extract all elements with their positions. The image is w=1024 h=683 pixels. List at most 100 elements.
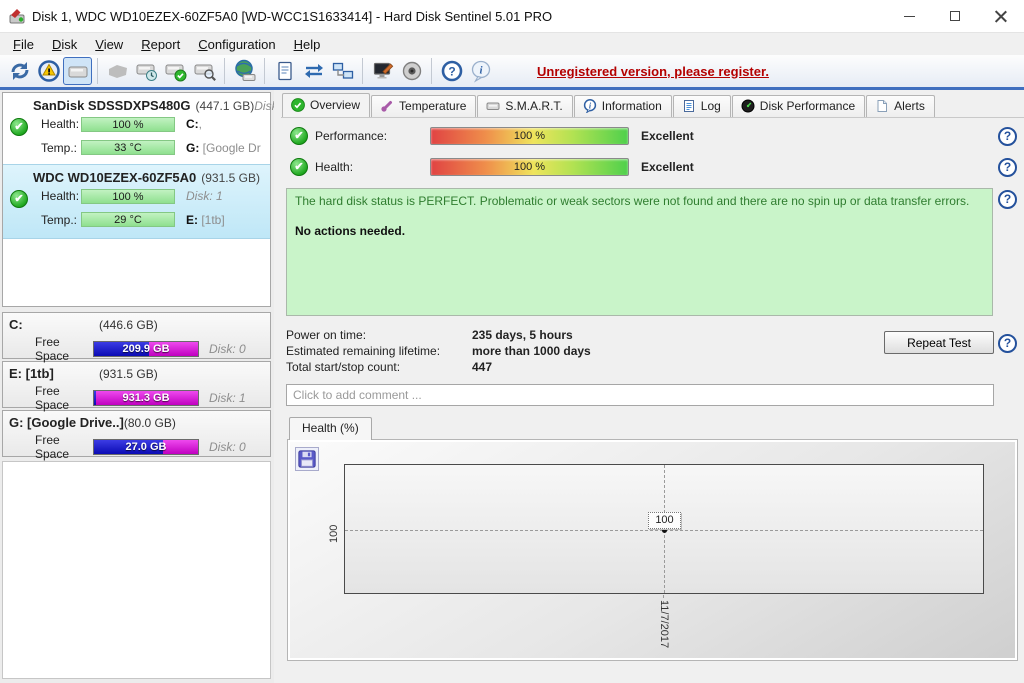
report-icon[interactable] bbox=[270, 57, 299, 85]
health-row: ✔ Health: 100 % Excellent ? bbox=[281, 157, 1024, 177]
tab-smart[interactable]: S.M.A.R.T. bbox=[477, 95, 573, 117]
free-space-label: Free Space bbox=[35, 384, 70, 412]
status-message-box: The hard disk status is PERFECT. Problem… bbox=[286, 188, 993, 316]
speaker-icon[interactable] bbox=[397, 57, 426, 85]
free-space-label: Free Space bbox=[35, 433, 70, 461]
help-icon[interactable]: ? bbox=[998, 157, 1017, 177]
performance-meter: 100 % bbox=[430, 127, 629, 145]
save-chart-button[interactable] bbox=[295, 447, 319, 471]
health-ok-icon: ✔ bbox=[290, 158, 308, 176]
toolbar: ? i Unregistered version, please registe… bbox=[0, 55, 1024, 90]
partition-entry-e[interactable]: E: [1tb] (931.5 GB) Free Space 931.3 GB … bbox=[2, 361, 271, 412]
performance-rating: Excellent bbox=[641, 129, 694, 143]
disk-name: SanDisk SDSSDXPS480G bbox=[33, 98, 191, 113]
tab-temperature[interactable]: Temperature bbox=[371, 95, 477, 117]
monitor-pen-icon[interactable] bbox=[368, 57, 397, 85]
disk-check-icon[interactable] bbox=[161, 57, 190, 85]
stat-start-stop-count: Total start/stop count: 447 bbox=[286, 360, 493, 374]
health-label: Health: bbox=[315, 160, 354, 174]
health-label: Health: bbox=[41, 117, 80, 132]
toolbar-separator bbox=[264, 58, 265, 84]
maximize-button[interactable] bbox=[932, 0, 978, 32]
partition-name: G: [Google Drive..] bbox=[9, 415, 124, 430]
performance-row: ✔ Performance: 100 % Excellent ? bbox=[281, 126, 1024, 146]
disk-size: (447.1 GB) bbox=[195, 99, 255, 113]
toolbar-separator bbox=[362, 58, 363, 84]
status-action: No actions needed. bbox=[295, 224, 406, 238]
unregistered-link[interactable]: Unregistered version, please register. bbox=[537, 64, 769, 79]
disk-entry-wdc-selected[interactable]: WDC WD10EZEX-60ZF5A0 (931.5 GB) ✔ Health… bbox=[3, 164, 270, 239]
disk-number: Disk: 1 bbox=[186, 189, 223, 204]
menu-report[interactable]: Report bbox=[132, 35, 189, 54]
menu-help[interactable]: Help bbox=[285, 35, 330, 54]
data-point-label: 100 bbox=[648, 512, 681, 529]
tab-bar: Overview Temperature S.M.A.R.T. i Inform… bbox=[282, 93, 936, 117]
disk-clock-icon[interactable] bbox=[132, 57, 161, 85]
sidebar-empty-panel bbox=[2, 461, 271, 679]
main-panel: Overview Temperature S.M.A.R.T. i Inform… bbox=[281, 90, 1024, 683]
comment-input[interactable] bbox=[286, 384, 994, 406]
close-icon bbox=[995, 10, 1007, 22]
disk-search-icon[interactable] bbox=[190, 57, 219, 85]
close-button[interactable] bbox=[978, 0, 1024, 32]
help-icon[interactable]: ? bbox=[998, 126, 1017, 146]
partition-entry-c[interactable]: C: (446.6 GB) Free Space 209.9 GB Disk: … bbox=[2, 312, 271, 363]
information-icon: i bbox=[583, 99, 596, 113]
disk-ok-icon: ✔ bbox=[10, 117, 28, 136]
partition-disk-number: Disk: 1 bbox=[209, 391, 246, 405]
menu-file[interactable]: File bbox=[4, 35, 43, 54]
title-bar: Disk 1, WDC WD10EZEX-60ZF5A0 [WD-WCC1S16… bbox=[0, 0, 1024, 33]
temp-label: Temp.: bbox=[41, 140, 78, 155]
free-space-bar: 27.0 GB bbox=[93, 439, 199, 455]
app-icon bbox=[9, 9, 25, 24]
menu-bar: File Disk View Report Configuration Help bbox=[0, 33, 1024, 55]
svg-text:?: ? bbox=[448, 65, 455, 79]
health-bar: 100 % bbox=[81, 188, 175, 204]
drive-letters: E: [1tb] bbox=[186, 212, 225, 227]
chart-tab-health[interactable]: Health (%) bbox=[289, 417, 372, 440]
info-icon[interactable]: i bbox=[466, 57, 495, 85]
stat-power-on-time: Power on time: 235 days, 5 hours bbox=[286, 328, 573, 342]
partition-entry-g[interactable]: G: [Google Drive..] (80.0 GB) Free Space… bbox=[2, 410, 271, 461]
tab-information[interactable]: i Information bbox=[573, 95, 672, 117]
warning-settings-icon[interactable] bbox=[34, 57, 63, 85]
sync-icon[interactable] bbox=[299, 57, 328, 85]
free-space-label: Free Space bbox=[35, 335, 70, 363]
tab-log[interactable]: Log bbox=[672, 95, 731, 117]
help-icon[interactable]: ? bbox=[998, 190, 1017, 209]
maximize-icon bbox=[950, 11, 960, 21]
performance-label: Performance: bbox=[315, 129, 388, 143]
help-icon[interactable]: ? bbox=[998, 334, 1017, 353]
globe-disk-icon[interactable] bbox=[230, 57, 259, 85]
health-label: Health: bbox=[41, 189, 80, 204]
menu-configuration[interactable]: Configuration bbox=[189, 35, 284, 54]
status-text: The hard disk status is PERFECT. Problem… bbox=[295, 194, 970, 208]
help-icon[interactable]: ? bbox=[437, 57, 466, 85]
floppy-save-icon bbox=[298, 450, 316, 468]
menu-disk[interactable]: Disk bbox=[43, 35, 86, 54]
disk-disabled-icon bbox=[103, 57, 132, 85]
tab-overview[interactable]: Overview bbox=[282, 93, 371, 117]
tab-alerts[interactable]: Alerts bbox=[866, 95, 935, 117]
performance-ok-icon: ✔ bbox=[290, 127, 308, 145]
toolbar-separator bbox=[224, 58, 225, 84]
partition-size: (931.5 GB) bbox=[99, 367, 158, 381]
disk-size: (931.5 GB) bbox=[201, 171, 260, 185]
minimize-button[interactable] bbox=[886, 0, 932, 32]
health-rating: Excellent bbox=[641, 160, 694, 174]
health-chart-plot: 100 bbox=[344, 464, 984, 594]
refresh-icon[interactable] bbox=[5, 57, 34, 85]
alerts-icon bbox=[877, 100, 888, 112]
menu-view[interactable]: View bbox=[86, 35, 132, 54]
toolbar-separator bbox=[97, 58, 98, 84]
tab-disk-performance[interactable]: Disk Performance bbox=[731, 95, 866, 117]
minimize-icon bbox=[903, 15, 915, 17]
x-axis-tick-date: 11/7/2017 bbox=[658, 600, 670, 649]
repeat-test-button[interactable]: Repeat Test bbox=[884, 331, 994, 354]
network-icon[interactable] bbox=[328, 57, 357, 85]
sidebar-splitter[interactable] bbox=[274, 90, 281, 683]
partition-disk-number: Disk: 0 bbox=[209, 440, 246, 454]
disk-view-icon[interactable] bbox=[63, 57, 92, 85]
partition-list: C: (446.6 GB) Free Space 209.9 GB Disk: … bbox=[2, 312, 271, 461]
disk-entry-sandisk[interactable]: SanDisk SDSSDXPS480G (447.1 GB) Disk: 0 … bbox=[3, 93, 291, 162]
